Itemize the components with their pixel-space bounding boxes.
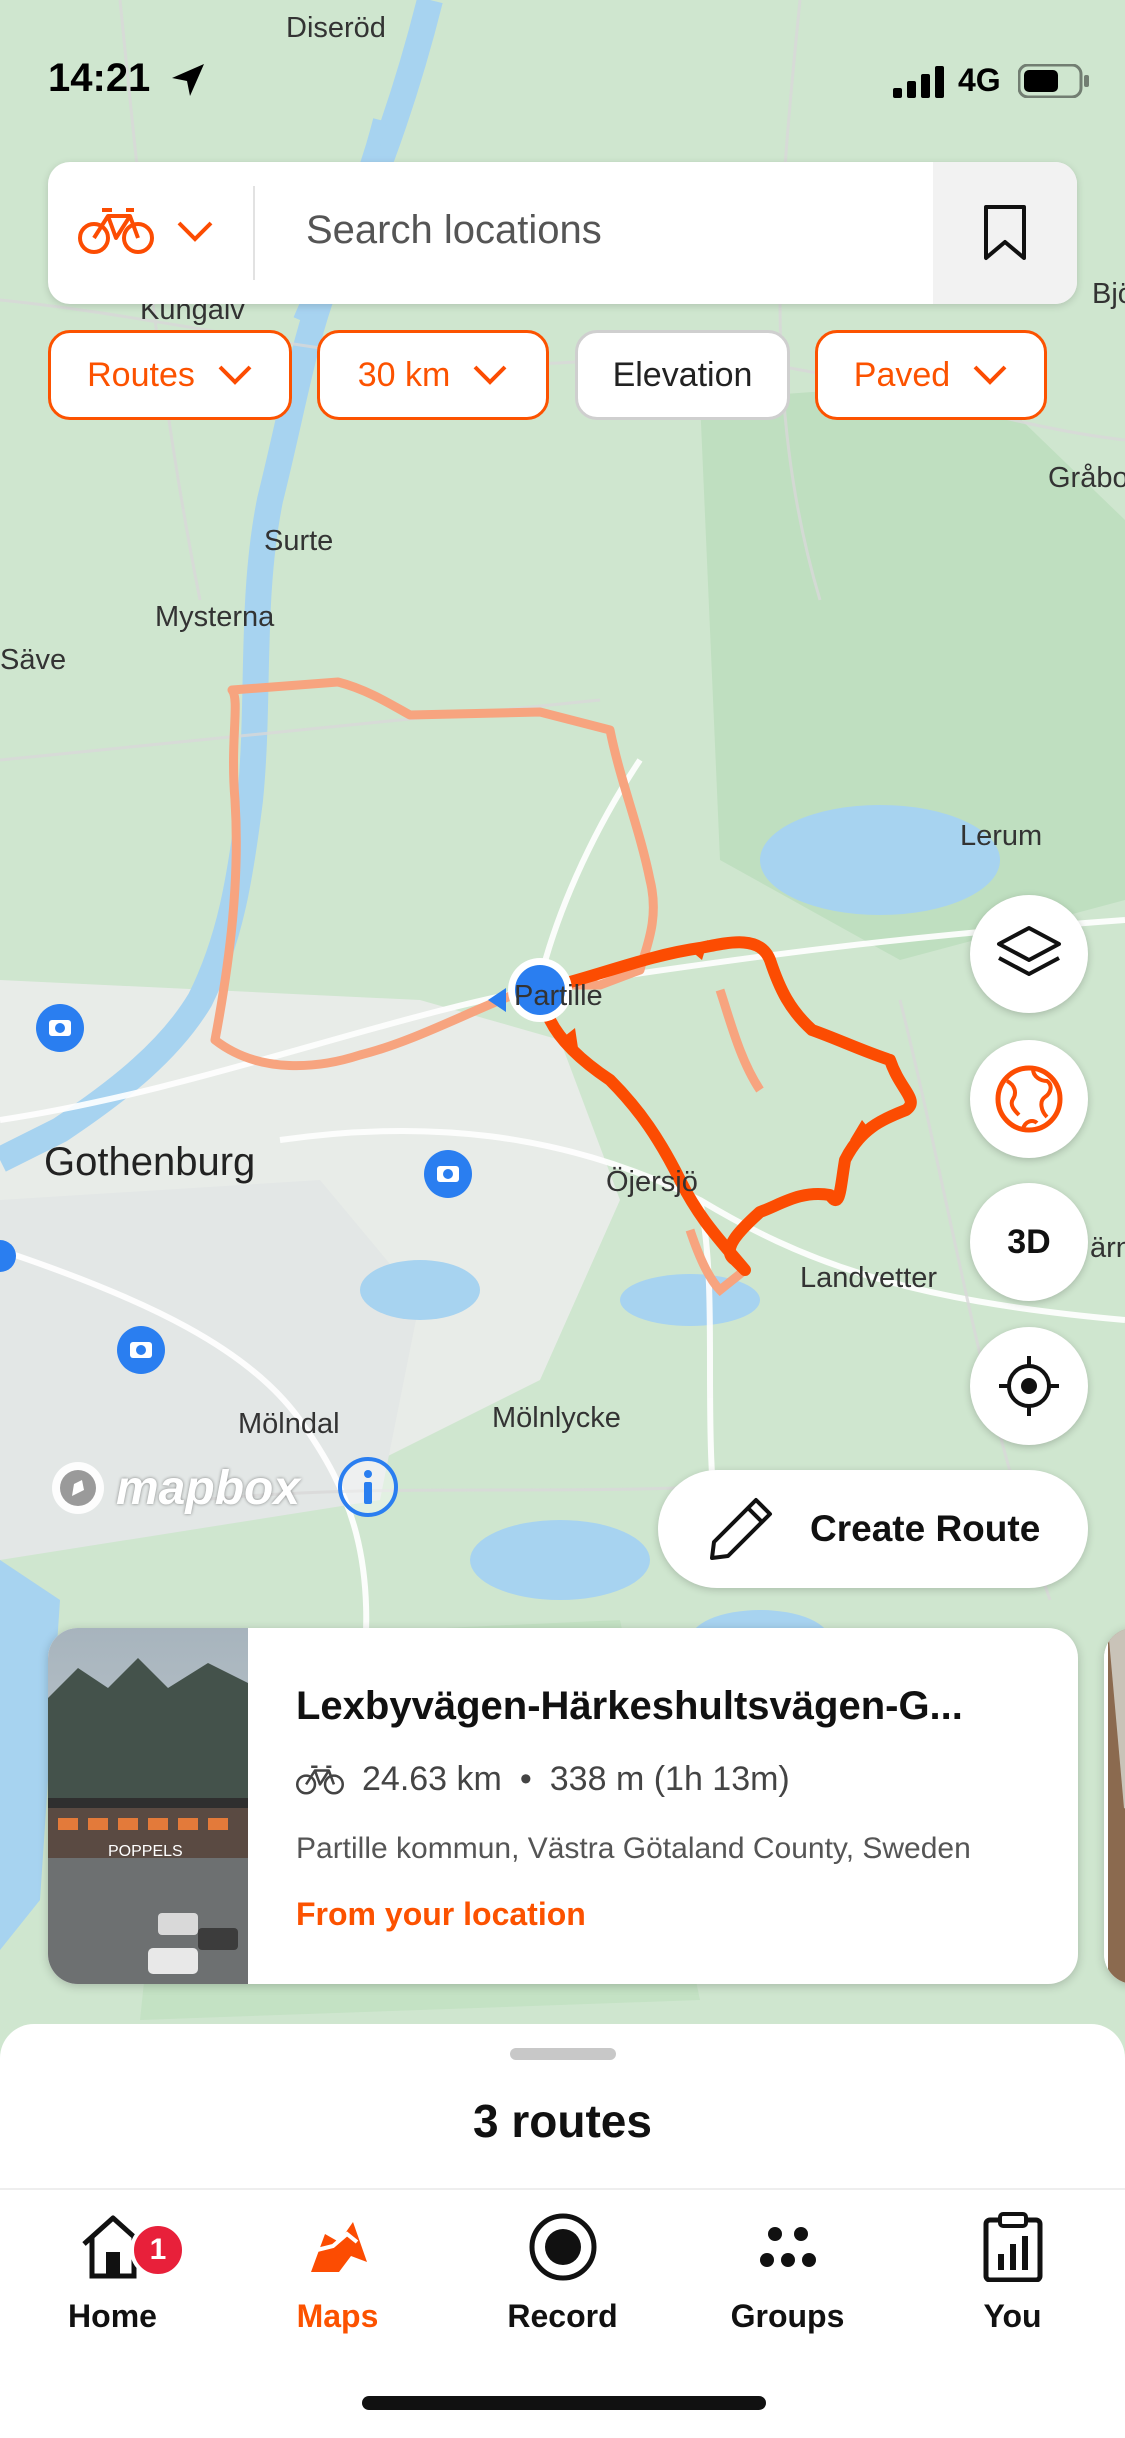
pencil-icon — [710, 1498, 772, 1560]
3d-toggle-button[interactable]: 3D — [970, 1183, 1088, 1301]
stats-separator: • — [519, 1760, 532, 1798]
tab-groups[interactable]: Groups — [675, 2212, 900, 2335]
notification-badge: 1 — [130, 2222, 186, 2278]
sheet-grabber[interactable] — [510, 2048, 616, 2060]
globe-icon — [995, 1065, 1063, 1133]
global-heatmap-button[interactable] — [970, 1040, 1088, 1158]
info-icon — [338, 1457, 398, 1517]
record-icon — [529, 2213, 596, 2281]
filter-routes-chip[interactable]: Routes — [48, 330, 292, 420]
map-label-ojersjo: Öjersjö — [606, 1166, 698, 1198]
crosshair-icon — [999, 1356, 1059, 1416]
filter-surface-chip[interactable]: Paved — [815, 330, 1047, 420]
home-indicator — [362, 2396, 766, 2410]
filter-distance-chip[interactable]: 30 km — [317, 330, 549, 420]
map-label-landvetter: Landvetter — [800, 1262, 938, 1294]
bookmark-icon — [984, 205, 1026, 260]
next-route-card[interactable] — [1104, 1628, 1125, 1984]
tab-record-label: Record — [507, 2298, 618, 2334]
cellular-signal-icon — [893, 66, 944, 98]
routes-count: 3 routes — [473, 2095, 652, 2147]
status-bar: 14:21 4G — [0, 0, 1125, 120]
battery-icon — [1018, 64, 1089, 98]
svg-text:POPPELS: POPPELS — [108, 1843, 183, 1860]
location-arrow-icon — [172, 64, 204, 96]
tab-record[interactable]: Record — [450, 2212, 675, 2335]
route-origin: From your location — [296, 1896, 586, 1932]
route-title: Lexbyvägen-Härkeshultsvägen-G... — [296, 1684, 963, 1728]
map-label-gothenburg: Gothenburg — [44, 1140, 256, 1184]
tab-you[interactable]: You — [900, 2212, 1125, 2335]
clipboard-chart-icon — [983, 2212, 1042, 2282]
network-type: 4G — [958, 62, 1001, 98]
search-divider — [253, 186, 255, 280]
map-label-partille: Partille — [514, 980, 603, 1012]
route-card[interactable]: POPPELS Lexbyvägen-Härkeshultsvägen-G...… — [48, 1628, 1078, 1984]
search-bar: Search locations — [48, 162, 1077, 304]
create-route-label: Create Route — [810, 1508, 1041, 1549]
route-distance: 24.63 km — [362, 1760, 502, 1798]
filter-distance-label: 30 km — [357, 355, 451, 394]
tab-you-label: You — [983, 2298, 1042, 2334]
3d-label: 3D — [1007, 1222, 1051, 1261]
layers-icon — [997, 926, 1061, 976]
groups-icon — [759, 2227, 816, 2267]
route-elevation-time: 338 m (1h 13m) — [549, 1760, 790, 1798]
map-layers-button[interactable] — [970, 895, 1088, 1013]
create-route-button[interactable]: Create Route — [658, 1470, 1088, 1588]
map-label-mysterna: Mysterna — [155, 601, 275, 633]
recenter-button[interactable] — [970, 1327, 1088, 1445]
mapbox-logo: mapbox — [48, 1458, 300, 1518]
map-label-bjo: Bjö — [1092, 278, 1125, 310]
map-label-save: Säve — [0, 644, 67, 676]
attribution-info-button[interactable] — [336, 1455, 400, 1524]
tab-home-label: Home — [68, 2298, 157, 2334]
sport-selector[interactable] — [78, 206, 214, 256]
route-photo: POPPELS — [48, 1628, 248, 1984]
filter-elevation-label: Elevation — [612, 355, 753, 394]
chevron-down-icon — [473, 365, 507, 385]
routes-sheet[interactable]: 3 routes — [0, 2024, 1125, 2204]
mapbox-icon — [52, 1462, 104, 1514]
next-route-photo — [1104, 1628, 1125, 1984]
tab-home[interactable]: Home 1 — [0, 2212, 225, 2335]
map-label-molndal: Mölndal — [238, 1408, 340, 1440]
map-label-grabo: Gråbo — [1048, 462, 1125, 494]
map-label-molnlycke: Mölnlycke — [492, 1402, 621, 1434]
saved-button[interactable] — [933, 162, 1077, 304]
map-label-surte: Surte — [264, 525, 334, 557]
route-location: Partille kommun, Västra Götaland County,… — [296, 1832, 971, 1865]
tab-maps[interactable]: Maps — [225, 2212, 450, 2335]
tab-groups-label: Groups — [730, 2298, 845, 2334]
tab-maps-label: Maps — [296, 2298, 379, 2334]
bike-icon — [296, 1764, 344, 1795]
route-stats: 24.63 km • 338 m (1h 13m) — [296, 1760, 790, 1799]
chevron-down-icon — [218, 365, 252, 385]
bike-icon — [78, 208, 154, 254]
chevron-down-icon — [973, 365, 1007, 385]
filter-surface-label: Paved — [853, 355, 951, 394]
mapbox-wordmark: mapbox — [116, 1461, 301, 1515]
map-label-harryda: ärn — [1090, 1232, 1125, 1264]
maps-icon — [310, 2222, 367, 2272]
map-label-lerum: Lerum — [960, 820, 1043, 852]
search-input[interactable]: Search locations — [306, 208, 602, 253]
chevron-down-icon — [177, 221, 213, 242]
filter-routes-label: Routes — [87, 355, 195, 394]
status-time: 14:21 — [48, 56, 151, 100]
filter-elevation-chip[interactable]: Elevation — [575, 330, 790, 420]
